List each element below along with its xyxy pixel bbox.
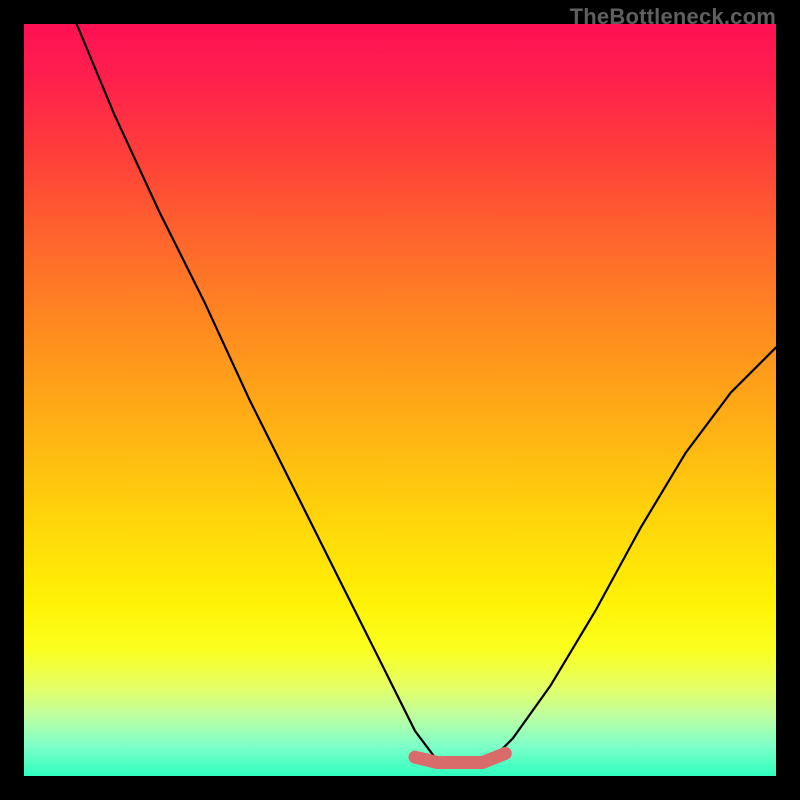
chart-container: TheBottleneck.com bbox=[0, 0, 800, 800]
curve-layer bbox=[24, 24, 776, 776]
flat-minimum-highlight bbox=[415, 753, 505, 762]
plot-area bbox=[24, 24, 776, 776]
bottleneck-curve-line bbox=[77, 24, 776, 761]
